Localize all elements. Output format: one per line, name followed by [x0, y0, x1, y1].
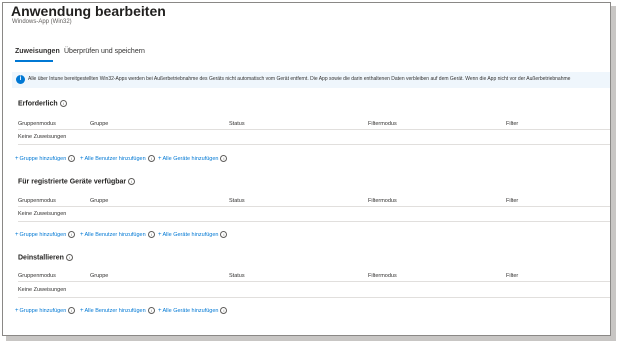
tab-review-save[interactable]: Überprüfen und speichern: [64, 48, 145, 55]
add-all-users-link[interactable]: +Alle Benutzer hinzufügen i: [80, 231, 155, 238]
column-header-filter: Filter: [506, 121, 519, 127]
column-header-filter: Filter: [506, 198, 519, 204]
add-all-users-label: Alle Benutzer hinzufügen: [84, 155, 146, 162]
page-subtitle: Windows-App (Win32): [12, 19, 72, 25]
more-options-button[interactable]: ···: [133, 4, 147, 16]
empty-assignments-text: Keine Zuweisungen: [18, 211, 67, 217]
info-icon: i: [16, 75, 25, 84]
tab-zuweisungen[interactable]: Zuweisungen: [15, 48, 60, 55]
column-header-filter-mode: Filtermodus: [368, 273, 397, 279]
table-divider: [18, 206, 610, 207]
table-divider: [18, 281, 610, 282]
add-all-devices-link[interactable]: +Alle Geräte hinzufügen i: [158, 231, 228, 238]
section-title-uninstall-label: Deinstallieren: [18, 254, 64, 262]
add-group-link[interactable]: +Gruppe hinzufügen i: [15, 155, 76, 162]
info-circle-icon[interactable]: i: [68, 231, 76, 238]
section-title-available: Für registrierte Geräte verfügbar i: [18, 178, 136, 186]
empty-assignments-text: Keine Zuweisungen: [18, 287, 67, 293]
add-all-devices-link[interactable]: +Alle Geräte hinzufügen i: [158, 155, 228, 162]
column-header-group-mode: Gruppenmodus: [18, 273, 56, 279]
column-header-group-mode: Gruppenmodus: [18, 121, 56, 127]
column-header-group-mode: Gruppenmodus: [18, 198, 56, 204]
empty-assignments-text: Keine Zuweisungen: [18, 134, 67, 140]
add-group-link[interactable]: +Gruppe hinzufügen i: [15, 231, 76, 238]
column-header-group: Gruppe: [90, 198, 109, 204]
column-header-status: Status: [229, 273, 245, 279]
add-all-devices-link[interactable]: +Alle Geräte hinzufügen i: [158, 307, 228, 314]
table-divider: [18, 144, 610, 145]
info-circle-icon[interactable]: i: [68, 307, 76, 314]
column-header-filter-mode: Filtermodus: [368, 198, 397, 204]
section-title-required: Erforderlich i: [18, 100, 67, 107]
info-circle-icon[interactable]: i: [147, 155, 155, 162]
info-circle-icon[interactable]: i: [147, 231, 155, 238]
column-header-status: Status: [229, 121, 245, 127]
add-all-users-label: Alle Benutzer hinzufügen: [84, 307, 146, 314]
column-header-filter-mode: Filtermodus: [368, 121, 397, 127]
table-divider: [18, 297, 610, 298]
info-circle-icon[interactable]: i: [220, 307, 228, 314]
app-window: Anwendung bearbeiten ··· Windows-App (Wi…: [2, 2, 611, 336]
window-shadow-right: [611, 6, 616, 340]
info-circle-icon[interactable]: i: [68, 155, 76, 162]
info-circle-icon[interactable]: i: [59, 100, 67, 107]
column-header-status: Status: [229, 198, 245, 204]
info-circle-icon[interactable]: i: [147, 307, 155, 314]
info-circle-icon[interactable]: i: [220, 155, 228, 162]
table-divider: [18, 129, 610, 130]
active-tab-indicator: [15, 60, 53, 62]
table-divider: [18, 221, 610, 222]
column-header-group: Gruppe: [90, 273, 109, 279]
window-shadow-bottom: [6, 336, 616, 341]
add-all-users-link[interactable]: +Alle Benutzer hinzufügen i: [80, 155, 155, 162]
add-all-devices-label: Alle Geräte hinzufügen: [162, 231, 219, 238]
info-circle-icon[interactable]: i: [65, 254, 73, 261]
add-group-label: Gruppe hinzufügen: [19, 155, 67, 162]
column-header-filter: Filter: [506, 273, 519, 279]
add-group-label: Gruppe hinzufügen: [19, 307, 67, 314]
add-group-label: Gruppe hinzufügen: [19, 231, 67, 238]
section-title-uninstall: Deinstallieren i: [18, 254, 73, 261]
add-all-users-label: Alle Benutzer hinzufügen: [84, 231, 146, 238]
add-all-devices-label: Alle Geräte hinzufügen: [162, 155, 219, 162]
info-circle-icon[interactable]: i: [128, 178, 136, 185]
info-banner-text: Alle über Intune bereitgestellten Win32-…: [28, 76, 571, 82]
add-all-users-link[interactable]: +Alle Benutzer hinzufügen i: [80, 307, 155, 314]
info-circle-icon[interactable]: i: [220, 231, 228, 238]
section-title-required-label: Erforderlich: [18, 100, 58, 108]
section-title-available-label: Für registrierte Geräte verfügbar: [18, 178, 127, 186]
add-all-devices-label: Alle Geräte hinzufügen: [162, 307, 219, 314]
column-header-group: Gruppe: [90, 121, 109, 127]
add-group-link[interactable]: +Gruppe hinzufügen i: [15, 307, 76, 314]
